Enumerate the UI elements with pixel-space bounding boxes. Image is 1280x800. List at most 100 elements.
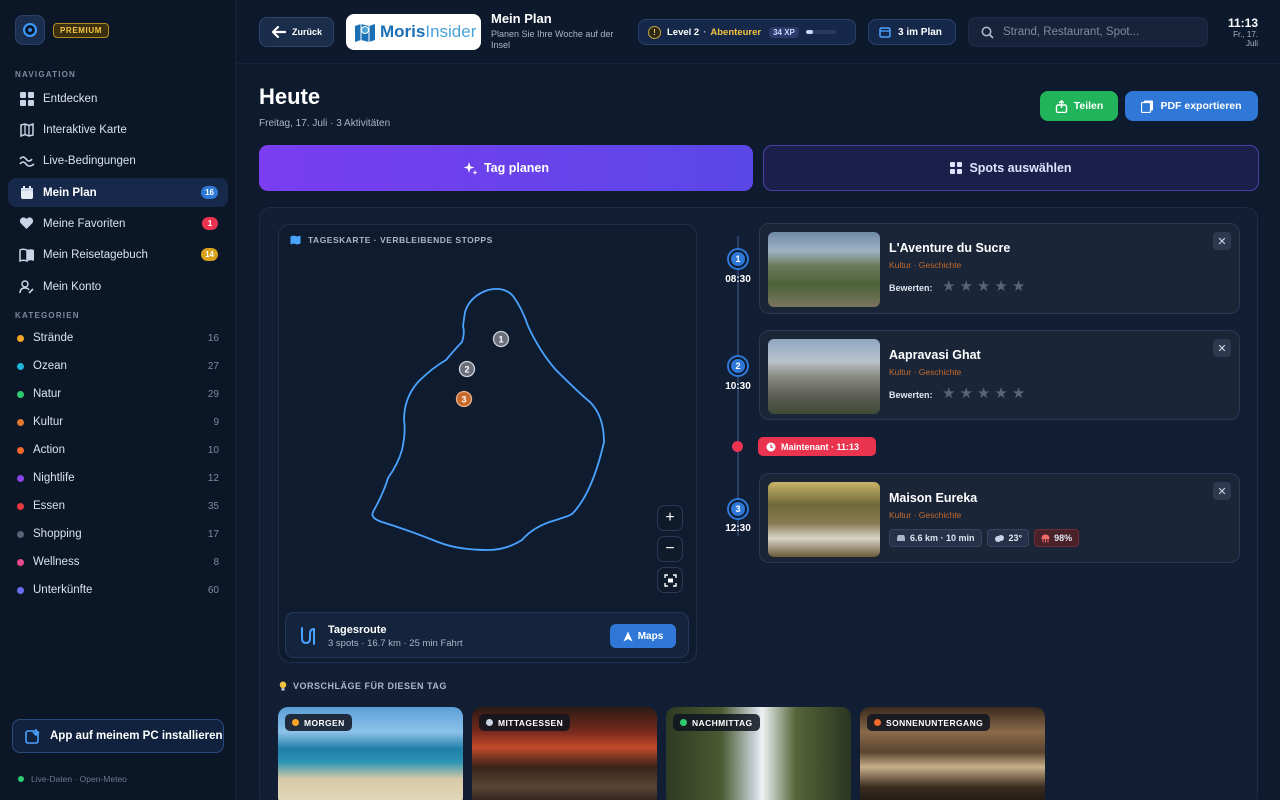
xp-progress-fill (805, 30, 814, 34)
lightbulb-icon (279, 681, 287, 691)
category-unterkuenfte[interactable]: Unterkünfte 60 (17, 580, 219, 600)
island-map[interactable]: 1 2 3 (278, 224, 697, 604)
category-label: Action (33, 444, 65, 456)
map-marker-label: 1 (498, 335, 503, 345)
fit-bounds-button[interactable] (657, 567, 683, 593)
map-pin-logo-icon (354, 21, 376, 43)
spot-card[interactable]: L'Aventure du Sucre Kultur · Geschichte … (759, 223, 1240, 314)
star-icon[interactable]: ★ (994, 386, 1007, 401)
suggestion-tag-label: NACHMITTAG (692, 717, 753, 728)
close-icon: ✕ (1217, 342, 1227, 355)
car-icon (896, 534, 906, 542)
tab-spots-auswaehlen[interactable]: Spots auswählen (763, 145, 1259, 191)
category-dot (17, 390, 24, 398)
category-natur[interactable]: Natur 29 (17, 384, 219, 404)
category-essen[interactable]: Essen 35 (17, 496, 219, 516)
spot-image (768, 339, 880, 414)
suggestion-card-mittagessen[interactable]: MITTAGESSEN (472, 707, 657, 800)
tab-tag-planen[interactable]: Tag planen (259, 145, 753, 191)
suggestion-card-nachmittag[interactable]: NACHMITTAG (666, 707, 851, 800)
star-icon[interactable]: ★ (942, 279, 955, 294)
clock: 11:13 Fr., 17. Juli (1228, 16, 1258, 48)
star-icon[interactable]: ★ (942, 386, 955, 401)
spot-card[interactable]: Aapravasi Ghat Kultur · Geschichte Bewer… (759, 330, 1240, 420)
in-plan-chip[interactable]: 3 im Plan (868, 19, 956, 45)
category-ozean[interactable]: Ozean 27 (17, 356, 219, 376)
live-data-label: Live-Daten · Open-Meteo (31, 774, 127, 784)
close-icon: ✕ (1217, 485, 1227, 498)
star-icon[interactable]: ★ (959, 279, 972, 294)
level-value: Level 2 (667, 26, 700, 38)
category-count: 60 (207, 584, 219, 596)
journal-count-badge: 14 (201, 248, 218, 261)
category-label: Shopping (33, 528, 82, 540)
category-wellness[interactable]: Wellness 8 (17, 552, 219, 572)
remove-spot-button[interactable]: ✕ (1213, 339, 1231, 357)
open-maps-button[interactable]: Maps (610, 624, 676, 648)
sidebar-item-favoriten[interactable]: Meine Favoriten 1 (8, 209, 228, 238)
sidebar-item-entdecken[interactable]: Entdecken (8, 84, 228, 113)
star-icon[interactable]: ★ (959, 386, 972, 401)
share-button[interactable]: Teilen (1040, 91, 1118, 121)
suggestion-card-sonnenuntergang[interactable]: SONNENUNTERGANG (860, 707, 1045, 800)
rating-stars[interactable]: ★ ★ ★ ★ ★ (942, 279, 1025, 294)
clock-time: 11:13 (1227, 16, 1258, 30)
search-box[interactable] (968, 17, 1208, 47)
suggestion-card-morgen[interactable]: MORGEN (278, 707, 463, 800)
category-kultur[interactable]: Kultur 9 (17, 412, 219, 432)
category-count: 27 (207, 360, 219, 372)
spot-card[interactable]: Maison Eureka Kultur · Geschichte 6.6 km… (759, 473, 1240, 563)
category-nightlife[interactable]: Nightlife 12 (17, 468, 219, 488)
category-shopping[interactable]: Shopping 17 (17, 524, 219, 544)
category-label: Nightlife (33, 472, 75, 484)
categories-section-label: KATEGORIEN (15, 311, 80, 320)
brand-name-primary: Moris (380, 22, 426, 41)
sidebar-item-karte[interactable]: Interaktive Karte (8, 115, 228, 144)
suggestion-tag-label: SONNENUNTERGANG (886, 717, 984, 728)
spot-category: Kultur · Geschichte (889, 510, 962, 520)
category-label: Natur (33, 388, 62, 400)
maps-label: Maps (637, 630, 664, 642)
zoom-out-button[interactable]: − (657, 536, 683, 562)
humidity-chip: 98% (1034, 529, 1080, 547)
pdf-export-button[interactable]: PDF exportieren (1125, 91, 1258, 121)
install-icon (25, 728, 41, 744)
fit-screen-icon (663, 573, 677, 587)
search-input[interactable] (1003, 26, 1193, 38)
category-action[interactable]: Action 10 (17, 440, 219, 460)
remove-spot-button[interactable]: ✕ (1213, 482, 1231, 500)
install-app-button[interactable]: App auf meinem PC installieren (12, 719, 224, 753)
jellyfish-icon (1041, 534, 1050, 543)
back-button[interactable]: Zurück (259, 17, 334, 47)
spot-image (768, 232, 880, 307)
remove-spot-button[interactable]: ✕ (1213, 232, 1231, 250)
sidebar-item-live[interactable]: Live-Bedingungen (8, 146, 228, 175)
category-straende[interactable]: Strände 16 (17, 328, 219, 348)
star-icon[interactable]: ★ (1012, 279, 1025, 294)
sidebar-item-konto[interactable]: Mein Konto (8, 272, 228, 301)
star-icon[interactable]: ★ (994, 279, 1007, 294)
level-chip[interactable]: ! Level 2 · Abenteurer 34 XP (638, 19, 856, 45)
category-dot (17, 586, 24, 594)
clock-date: Fr., 17. Juli (1233, 30, 1258, 48)
map-marker-label: 2 (464, 365, 469, 375)
suggestion-tag: SONNENUNTERGANG (867, 714, 991, 731)
arrow-left-icon (272, 26, 286, 38)
star-icon[interactable]: ★ (977, 279, 990, 294)
sidebar-item-reisetagebuch[interactable]: Mein Reisetagebuch 14 (8, 240, 228, 269)
xp-badge: 34 XP (769, 26, 799, 38)
rating-stars[interactable]: ★ ★ ★ ★ ★ (942, 386, 1025, 401)
star-icon[interactable]: ★ (1012, 386, 1025, 401)
heart-icon (18, 215, 35, 232)
sidebar-item-mein-plan[interactable]: Mein Plan 16 (8, 178, 228, 207)
back-label: Zurück (292, 27, 323, 37)
brand-logo[interactable]: Moris Insider (346, 14, 481, 50)
app-logo[interactable] (15, 15, 45, 45)
spot-name: L'Aventure du Sucre (889, 241, 1011, 255)
leaf-icon (680, 719, 687, 726)
star-icon[interactable]: ★ (977, 386, 990, 401)
tab-label: Spots auswählen (969, 161, 1072, 175)
zoom-in-button[interactable]: + (657, 505, 683, 531)
timeline-time-2: 10:30 (725, 381, 751, 392)
calendar-icon (879, 26, 891, 38)
